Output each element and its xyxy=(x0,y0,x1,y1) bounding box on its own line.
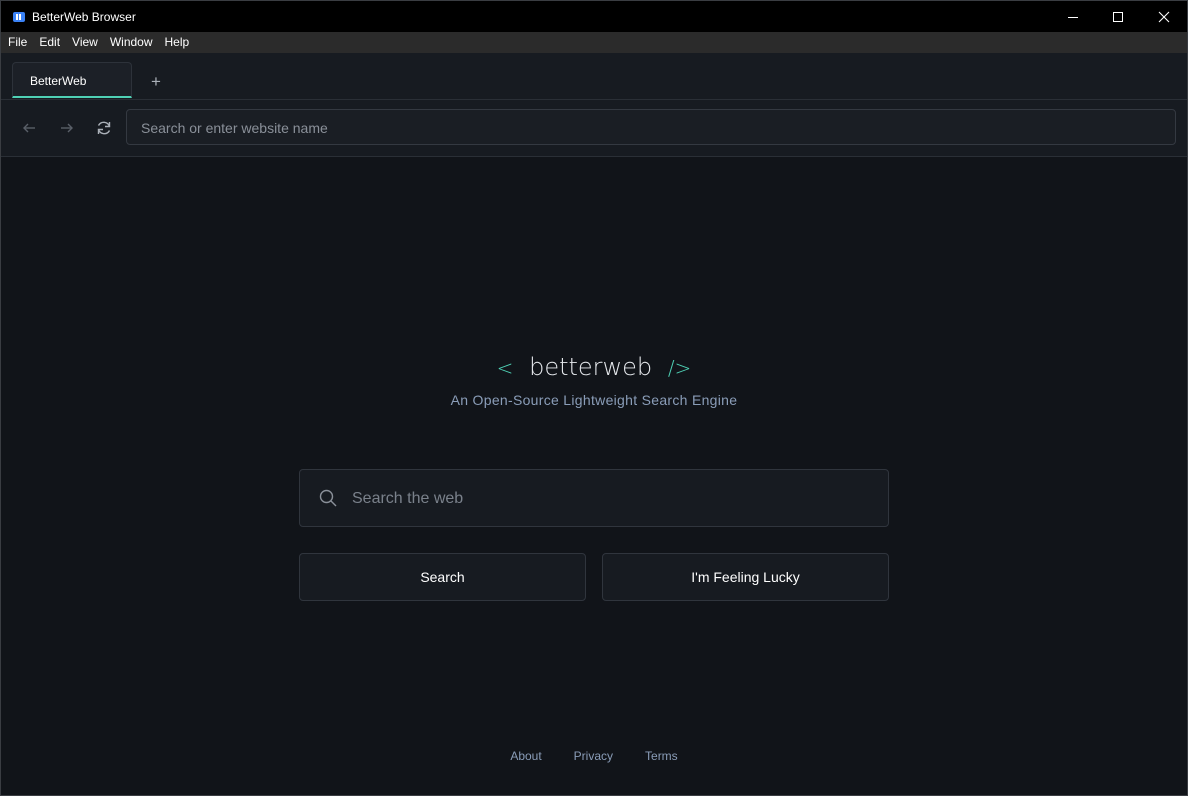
minimize-icon xyxy=(1068,16,1078,18)
menu-help[interactable]: Help xyxy=(159,32,196,53)
forward-button[interactable] xyxy=(56,117,78,139)
close-icon xyxy=(1158,11,1170,22)
close-window-button[interactable] xyxy=(1141,1,1187,32)
maximize-button[interactable] xyxy=(1095,1,1141,32)
tab-strip: BetterWeb xyxy=(1,53,1187,100)
menu-edit[interactable]: Edit xyxy=(33,32,66,53)
address-input[interactable] xyxy=(139,110,1163,146)
footer-links: About Privacy Terms xyxy=(1,749,1187,763)
browser-window: BetterWeb Browser File Edit View Window … xyxy=(0,0,1188,796)
tab-betterweb[interactable]: BetterWeb xyxy=(12,62,132,98)
new-tab-button[interactable]: + xyxy=(151,73,161,90)
arrow-left-icon xyxy=(23,123,35,133)
tagline: An Open-Source Lightweight Search Engine xyxy=(450,392,738,408)
reload-button[interactable] xyxy=(93,117,115,139)
search-icon xyxy=(318,488,338,513)
address-bar[interactable] xyxy=(126,109,1176,146)
feeling-lucky-button[interactable]: I'm Feeling Lucky xyxy=(602,553,889,601)
footer-privacy-link[interactable]: Privacy xyxy=(574,749,613,763)
menu-bar: File Edit View Window Help xyxy=(1,32,1187,53)
web-search-box[interactable] xyxy=(299,469,889,528)
web-search-input[interactable] xyxy=(350,470,874,528)
footer-terms-link[interactable]: Terms xyxy=(645,749,678,763)
page-content: < betterweb /> An Open-Source Lightweigh… xyxy=(1,157,1187,795)
betterweb-logo: < betterweb /> xyxy=(1,353,1187,381)
logo-open-bracket: < xyxy=(496,356,514,380)
logo-close-bracket: /> xyxy=(667,356,692,380)
app-book-icon xyxy=(12,10,26,24)
tab-label: BetterWeb xyxy=(30,74,87,88)
footer-about-link[interactable]: About xyxy=(510,749,541,763)
arrow-right-icon xyxy=(61,123,73,133)
back-button[interactable] xyxy=(18,117,40,139)
title-bar[interactable]: BetterWeb Browser xyxy=(1,1,1187,32)
menu-file[interactable]: File xyxy=(1,32,33,53)
search-button[interactable]: Search xyxy=(299,553,586,601)
maximize-icon xyxy=(1113,11,1123,22)
menu-view[interactable]: View xyxy=(66,32,104,53)
menu-window[interactable]: Window xyxy=(104,32,159,53)
navigation-bar xyxy=(1,100,1187,157)
reload-icon xyxy=(97,121,111,135)
logo-text: betterweb xyxy=(529,353,653,381)
minimize-button[interactable] xyxy=(1050,1,1096,32)
window-title: BetterWeb Browser xyxy=(32,9,136,24)
